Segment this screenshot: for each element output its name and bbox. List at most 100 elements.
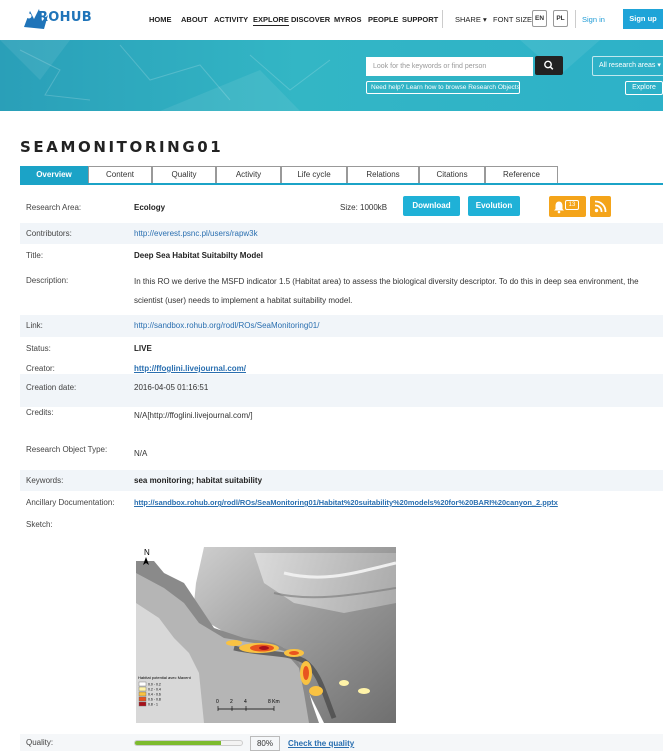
sign-in-link[interactable]: Sign in — [582, 15, 605, 24]
ro-link[interactable]: http://sandbox.rohub.org/rodl/ROs/SeaMon… — [134, 321, 319, 330]
size-value: Size: 1000kB — [340, 203, 388, 212]
sketch-map-image[interactable]: N Habitat potential avec Maxent 0.0 - 0.… — [134, 543, 396, 723]
ro-type-label: Research Object Type: — [26, 445, 108, 454]
brand-name[interactable]: ROHUB — [38, 10, 92, 25]
notifications-count: 13 — [565, 200, 579, 210]
creation-date-label: Creation date: — [26, 383, 77, 392]
search-banner: Look for the keywords or find person All… — [0, 40, 663, 111]
status-label: Status: — [26, 344, 51, 353]
tab-content[interactable]: Content — [88, 166, 152, 183]
keywords-value: sea monitoring; habitat suitability — [134, 476, 263, 485]
search-button[interactable] — [535, 56, 563, 75]
tab-bar: Overview Content Quality Activity Life c… — [20, 166, 663, 183]
tab-underline — [20, 183, 663, 185]
nav-divider — [442, 10, 443, 28]
research-area-label: Research Area: — [26, 203, 82, 212]
font-size-label: FONT SIZE — [493, 15, 533, 24]
legend-item-0: 0.0 - 0.2 — [148, 683, 161, 687]
status-value: LIVE — [134, 344, 152, 353]
title-label: Title: — [26, 251, 44, 260]
north-label: N — [144, 548, 150, 557]
contributors-link[interactable]: http://everest.psnc.pl/users/rapw3k — [134, 229, 258, 238]
creation-date-value: 2016-04-05 01:16:51 — [134, 383, 209, 392]
evolution-button[interactable]: Evolution — [468, 196, 520, 216]
tab-citations[interactable]: Citations — [419, 166, 485, 183]
areas-select-label: All research areas — [599, 62, 656, 69]
tab-overview[interactable]: Overview — [20, 166, 88, 183]
page-title: SEAMONITORING01 — [20, 138, 224, 156]
share-menu[interactable]: SHARE ▾ — [455, 15, 487, 24]
row-background — [20, 470, 663, 491]
ancillary-doc-label: Ancillary Documentation: — [26, 498, 115, 507]
download-button[interactable]: Download — [403, 196, 460, 216]
nav-support[interactable]: SUPPORT — [402, 15, 438, 24]
sketch-label: Sketch: — [26, 520, 53, 529]
search-input[interactable]: Look for the keywords or find person — [366, 57, 533, 76]
caret-down-icon: ▾ — [657, 62, 661, 69]
tab-life-cycle[interactable]: Life cycle — [281, 166, 347, 183]
nav-discover[interactable]: DISCOVER — [291, 15, 330, 24]
legend-item-4: 0.8 - 1 — [148, 703, 158, 707]
legend-item-3: 0.6 - 0.8 — [148, 698, 161, 702]
check-quality-link[interactable]: Check the quality — [288, 739, 354, 748]
share-label: SHARE — [455, 15, 481, 24]
quality-progress-fill — [135, 741, 221, 745]
tab-reference[interactable]: Reference — [485, 166, 558, 183]
nav-people[interactable]: PEOPLE — [368, 15, 398, 24]
creator-link[interactable]: http://ffoglini.livejournal.com/ — [134, 364, 246, 373]
search-icon — [544, 60, 554, 70]
caret-down-icon: ▾ — [482, 15, 487, 24]
nav-home[interactable]: HOME — [149, 15, 172, 24]
credits-label: Credits: — [26, 408, 54, 417]
legend-swatch-3 — [138, 696, 147, 702]
lang-en-button[interactable]: EN — [532, 10, 547, 27]
legend-swatch-4 — [138, 701, 147, 707]
banner-background — [0, 40, 600, 111]
habitat-map: N Habitat potential avec Maxent 0.0 - 0.… — [134, 543, 396, 723]
bell-icon — [554, 201, 564, 214]
rss-button[interactable] — [590, 196, 611, 217]
quality-label: Quality: — [26, 738, 54, 747]
row-background — [20, 223, 663, 244]
legend: 0.0 - 0.2 0.2 - 0.4 0.4 - 0.6 0.6 - 0.8 … — [138, 681, 161, 707]
title-value: Deep Sea Habitat Suitabilty Model — [134, 251, 263, 260]
lang-pl-button[interactable]: PL — [553, 10, 568, 27]
scale-label-8: 8 Km — [268, 699, 280, 705]
nav-myros[interactable]: MYROS — [334, 15, 362, 24]
nav-about[interactable]: ABOUT — [181, 15, 208, 24]
legend-item-1: 0.2 - 0.4 — [148, 688, 161, 692]
description-label: Description: — [26, 276, 69, 285]
keywords-label: Keywords: — [26, 476, 64, 485]
ancillary-doc-link[interactable]: http://sandbox.rohub.org/rodl/ROs/SeaMon… — [134, 498, 558, 507]
creator-label: Creator: — [26, 364, 55, 373]
tab-activity[interactable]: Activity — [216, 166, 281, 183]
tab-quality[interactable]: Quality — [152, 166, 216, 183]
nav-explore[interactable]: EXPLORE — [253, 15, 289, 26]
top-navbar: ROHUB HOME ABOUT ACTIVITY EXPLORE DISCOV… — [0, 0, 663, 40]
notifications-button[interactable]: 13 — [549, 196, 586, 217]
ro-type-value: N/A — [134, 449, 148, 458]
rss-icon — [594, 200, 607, 213]
scale-label-4: 4 — [244, 699, 247, 705]
sign-up-button[interactable]: Sign up — [623, 9, 663, 29]
description-value: In this RO we derive the MSFD indicator … — [134, 277, 639, 305]
row-background — [20, 315, 663, 337]
legend-swatch-0 — [138, 681, 147, 687]
tab-relations[interactable]: Relations — [347, 166, 419, 183]
scale-label-2: 2 — [230, 699, 233, 705]
scale-label-0: 0 — [216, 699, 219, 705]
legend-swatch-1 — [138, 686, 147, 692]
legend-item-2: 0.4 - 0.6 — [148, 693, 161, 697]
row-background — [20, 374, 663, 407]
nav-divider — [575, 10, 576, 28]
explore-button[interactable]: Explore — [625, 81, 663, 95]
research-areas-select[interactable]: All research areas ▾ — [592, 56, 663, 76]
credits-value: N/A[http://ffoglini.livejournal.com/] — [134, 411, 253, 420]
help-link[interactable]: Need help? Learn how to browse Research … — [366, 81, 520, 94]
contributors-label: Contributors: — [26, 229, 72, 238]
research-area-value: Ecology — [134, 203, 166, 212]
legend-title: Habitat potential avec Maxent — [138, 675, 192, 680]
nav-activity[interactable]: ACTIVITY — [214, 15, 248, 24]
link-label: Link: — [26, 321, 43, 330]
quality-percent: 80% — [250, 736, 280, 751]
